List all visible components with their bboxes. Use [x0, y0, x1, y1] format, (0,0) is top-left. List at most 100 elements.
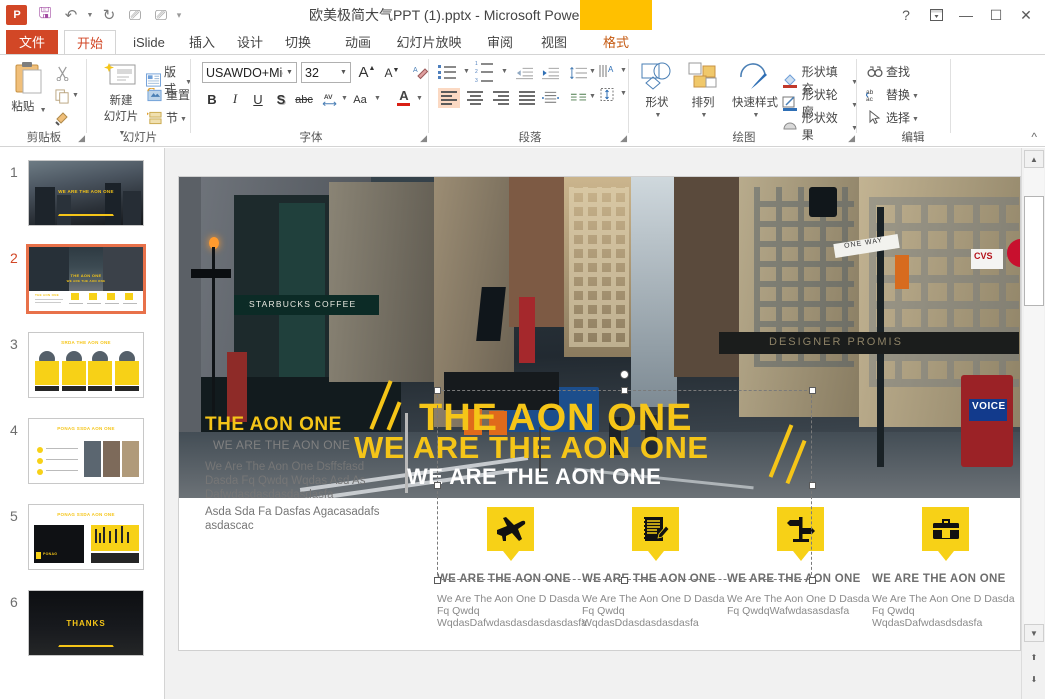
replace-button[interactable]: ab ac 替换 ▼	[866, 86, 919, 103]
tab-transitions[interactable]: 切换	[276, 30, 320, 55]
drawing-dialog-launcher[interactable]: ◢	[848, 133, 855, 144]
replace-dropdown-icon[interactable]: ▼	[912, 93, 919, 100]
scroll-thumb[interactable]	[1024, 196, 1044, 306]
minimize-icon[interactable]: —	[951, 2, 981, 28]
increase-font-size-icon[interactable]: A ▲	[357, 62, 377, 82]
selection-frame[interactable]	[437, 390, 812, 580]
resize-handle-w[interactable]	[434, 482, 441, 489]
underline-button[interactable]: U	[248, 89, 268, 109]
copy-icon[interactable]	[52, 86, 72, 106]
decrease-font-size-icon[interactable]: A ▼	[382, 63, 402, 83]
resize-handle-se[interactable]	[809, 577, 816, 584]
numbering-icon[interactable]: 1 2 3	[475, 61, 497, 84]
case-dropdown-icon[interactable]: ▼	[374, 95, 381, 102]
column-1-body[interactable]: We Are The Aon One D Dasda Fq Qwdq Wqdas…	[437, 593, 587, 629]
font-color-dropdown-icon[interactable]: ▼	[416, 95, 423, 102]
paragraph-dialog-launcher[interactable]: ◢	[620, 133, 627, 144]
text-direction-dropdown-icon[interactable]: ▼	[620, 67, 627, 74]
font-size-combo[interactable]: 32 ▼	[301, 62, 351, 83]
bullets-dropdown-icon[interactable]: ▼	[463, 68, 470, 75]
align-text-dropdown-icon[interactable]: ▼	[620, 90, 627, 97]
clipboard-dialog-launcher[interactable]: ◢	[78, 133, 85, 144]
arrange-button[interactable]: 排列 ▼	[682, 61, 724, 119]
shapes-button[interactable]: 形状 ▼	[636, 61, 678, 119]
select-button[interactable]: 选择 ▼	[866, 109, 919, 126]
spacing-dropdown-icon[interactable]: ▼	[341, 95, 348, 102]
quick-styles-dropdown-icon[interactable]: ▼	[728, 112, 784, 119]
thumb-preview-1[interactable]: WE ARE THE AON ONE	[28, 160, 144, 226]
collapse-ribbon-icon[interactable]: ^	[1031, 130, 1037, 144]
tab-islide[interactable]: iSlide	[120, 30, 178, 55]
briefcase-icon[interactable]	[922, 507, 969, 551]
slide-thumb-4[interactable]: 4 PONAG SSDA AON ONE	[0, 416, 165, 502]
thumb-preview-6[interactable]: THANKS	[28, 590, 144, 656]
align-center-icon[interactable]	[464, 88, 486, 108]
tab-slideshow[interactable]: 幻灯片放映	[390, 30, 468, 55]
clear-formatting-icon[interactable]: A	[410, 62, 430, 82]
slide-thumb-6[interactable]: 6 THANKS	[0, 588, 165, 674]
bold-button[interactable]: B	[202, 89, 222, 109]
tab-view[interactable]: 视图	[532, 30, 576, 55]
resize-handle-s[interactable]	[621, 577, 628, 584]
shapes-dropdown-icon[interactable]: ▼	[638, 112, 678, 119]
strikethrough-button[interactable]: abc	[294, 90, 314, 110]
help-icon[interactable]: ?	[891, 2, 921, 28]
resize-handle-nw[interactable]	[434, 387, 441, 394]
next-slide-button[interactable]: ⬇	[1024, 670, 1044, 688]
columns-icon[interactable]	[568, 88, 588, 108]
line-spacing-icon[interactable]	[568, 63, 588, 83]
thumb-preview-5[interactable]: PONAG SSDA AON ONE PONAG	[28, 504, 144, 570]
select-dropdown-icon[interactable]: ▼	[912, 116, 919, 123]
line-spacing-dropdown-icon[interactable]: ▼	[589, 68, 596, 75]
slide-thumbnail-pane[interactable]: 1 WE ARE THE AON ONE 2 THE AON ONE WE AR…	[0, 148, 165, 699]
new-slide-button[interactable]: 新建 幻灯片 ▼	[96, 61, 146, 137]
align-right-icon[interactable]	[490, 88, 512, 108]
tab-insert[interactable]: 插入	[180, 30, 224, 55]
thumb-preview-2[interactable]: THE AON ONE WE ARE THE AON ONE THE AON O…	[26, 244, 146, 314]
text-shadow-button[interactable]: S	[271, 89, 291, 109]
rotate-handle[interactable]	[620, 370, 629, 379]
italic-button[interactable]: I	[225, 89, 245, 109]
column-4-body[interactable]: We Are The Aon One D Dasda Fq Qwdq Wqdas…	[872, 593, 1017, 629]
format-painter-icon[interactable]	[52, 108, 72, 128]
slide-thumb-3[interactable]: 3 SRDA THE AON ONE	[0, 330, 165, 416]
thumb-preview-3[interactable]: SRDA THE AON ONE	[28, 332, 144, 398]
quick-styles-button[interactable]: 快速样式 ▼	[726, 61, 784, 119]
find-button[interactable]: 查找	[866, 63, 910, 80]
font-size-dropdown-icon[interactable]: ▼	[337, 69, 350, 76]
section-dropdown-icon[interactable]: ▼	[180, 116, 187, 123]
resize-handle-ne[interactable]	[809, 387, 816, 394]
tab-design[interactable]: 设计	[228, 30, 272, 55]
resize-handle-e[interactable]	[809, 482, 816, 489]
resize-handle-sw[interactable]	[434, 577, 441, 584]
tab-animations[interactable]: 动画	[336, 30, 380, 55]
section-button[interactable]: 节 ▼	[146, 109, 187, 126]
left-block-body-2[interactable]: Asda Sda Fa Dasfas Agacasadafs asdascac	[205, 505, 395, 533]
reset-button[interactable]: 重置	[146, 86, 190, 103]
decrease-indent-icon[interactable]	[514, 63, 534, 83]
left-block-title[interactable]: THE AON ONE	[205, 414, 342, 436]
tab-home[interactable]: 开始	[64, 30, 116, 55]
close-icon[interactable]: ✕	[1011, 2, 1041, 28]
tab-format[interactable]: 格式	[580, 30, 652, 55]
tab-file[interactable]: 文件	[6, 30, 58, 55]
font-name-combo[interactable]: USAWDO+Mic ▼	[202, 62, 297, 83]
text-direction-icon[interactable]: A	[598, 62, 618, 82]
thumb-preview-4[interactable]: PONAG SSDA AON ONE	[28, 418, 144, 484]
previous-slide-button[interactable]: ⬆	[1024, 648, 1044, 666]
ribbon-display-options-icon[interactable]	[921, 2, 951, 28]
change-case-icon[interactable]: Aa	[350, 90, 370, 110]
font-dialog-launcher[interactable]: ◢	[420, 133, 427, 144]
resize-handle-n[interactable]	[621, 387, 628, 394]
column-2-body[interactable]: We Are The Aon One D Dasda Fq Qwdq Wqdas…	[582, 593, 727, 629]
align-text-icon[interactable]	[598, 85, 618, 105]
column-4-heading[interactable]: WE ARE THE AON ONE	[872, 573, 1006, 585]
tab-review[interactable]: 审阅	[478, 30, 522, 55]
arrange-dropdown-icon[interactable]: ▼	[684, 112, 724, 119]
bullets-icon[interactable]	[438, 62, 460, 82]
scroll-down-button[interactable]: ▼	[1024, 624, 1044, 642]
distribute-icon[interactable]	[540, 88, 560, 108]
character-spacing-icon[interactable]: AV	[320, 89, 340, 109]
scroll-up-button[interactable]: ▲	[1024, 150, 1044, 168]
vertical-scrollbar[interactable]: ▲ ▼ ⬆ ⬇	[1021, 148, 1045, 699]
